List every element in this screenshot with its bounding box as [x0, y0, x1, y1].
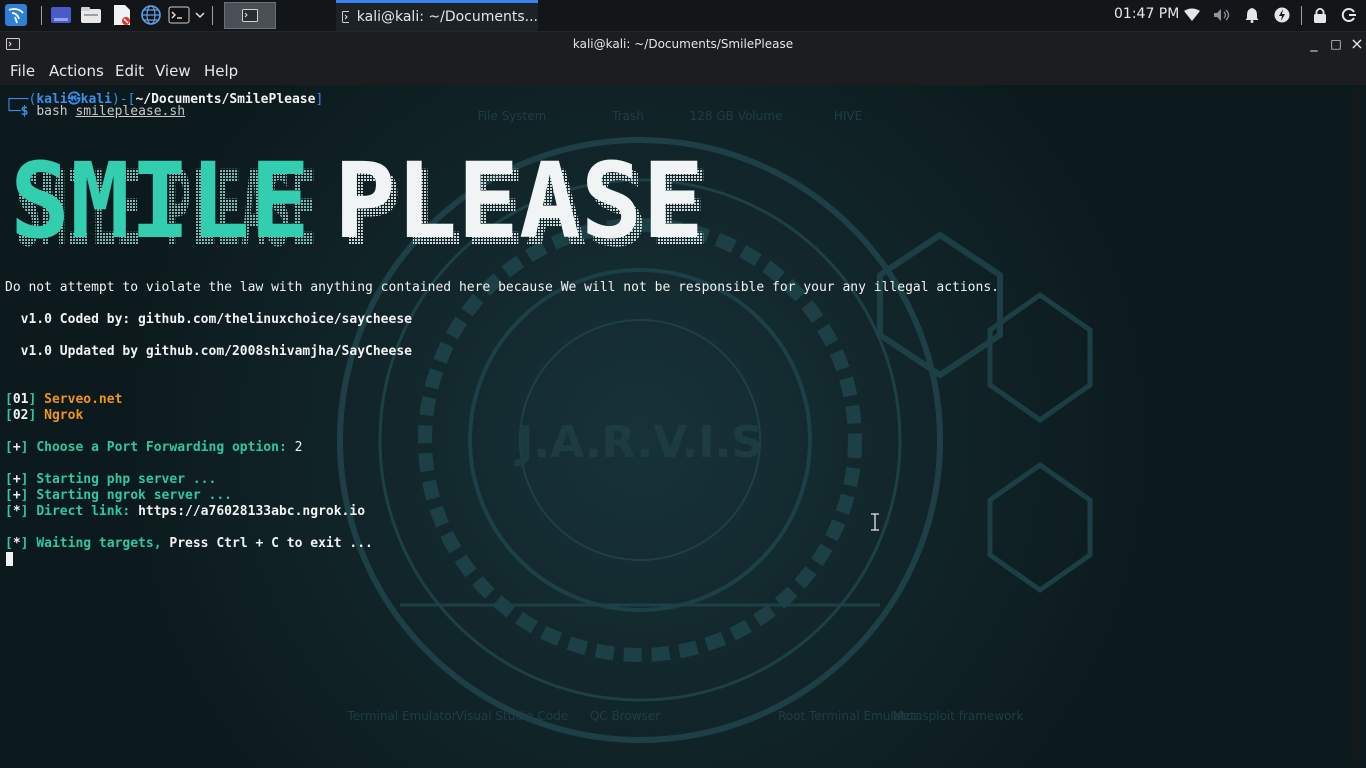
- direct-link-url[interactable]: https://a76028133abc.ngrok.io: [138, 504, 365, 519]
- text-cursor-icon: [871, 513, 879, 531]
- maximize-button[interactable]: □: [1328, 36, 1344, 52]
- power-manager-icon[interactable]: [1273, 6, 1291, 24]
- window-titlebar[interactable]: kali@kali: ~/Documents/SmilePlease _ □ ×: [0, 32, 1366, 57]
- direct-link-line: [*] Direct link: https://a76028133abc.ng…: [5, 504, 366, 519]
- choose-option-value: 2: [294, 440, 303, 455]
- wifi-icon[interactable]: [1183, 6, 1201, 24]
- web-browser-icon[interactable]: [139, 3, 163, 27]
- panel-separator: [41, 6, 42, 25]
- show-desktop-icon[interactable]: [49, 3, 73, 27]
- menu-file[interactable]: File: [10, 62, 35, 80]
- menu-edit[interactable]: Edit: [115, 62, 144, 80]
- banner-word-smile: SMILE: [10, 149, 310, 249]
- taskbar-terminal-button[interactable]: kali@kali: ~/Documents...: [336, 0, 538, 31]
- terminal-output[interactable]: J.A.R.V.I.S File System Trash 128 GB Vol…: [0, 85, 1366, 768]
- workspace-switcher[interactable]: [224, 2, 276, 29]
- command-argument: smileplease.sh: [75, 104, 186, 119]
- desktop-icon-label: File System: [478, 109, 547, 123]
- updated-by-text: v1.0 Updated by github.com/2008shivamjha…: [5, 344, 412, 359]
- terminal-scrollbar[interactable]: [1354, 87, 1360, 763]
- desktop-icon-label: Terminal Emulator: [346, 709, 456, 723]
- smile-please-banner: SMILE PLEASE SMILE PLEASE PLEASE: [10, 149, 710, 249]
- kali-menu-icon[interactable]: [2, 3, 30, 27]
- disclaimer-text: Do not attempt to violate the law with a…: [5, 280, 999, 295]
- menu-actions[interactable]: Actions: [49, 62, 104, 80]
- logout-icon[interactable]: [1340, 6, 1358, 24]
- window-title: kali@kali: ~/Documents/SmilePlease: [572, 37, 794, 51]
- option-ngrok: [02] Ngrok: [5, 408, 84, 423]
- starting-ngrok-line: [+] Starting ngrok server ...: [5, 488, 232, 503]
- file-manager-icon[interactable]: [79, 3, 103, 27]
- desktop-icon-label: QC Browser: [590, 709, 660, 723]
- volume-icon[interactable]: [1213, 6, 1231, 24]
- lock-screen-icon[interactable]: [1311, 6, 1329, 24]
- text-editor-icon[interactable]: [110, 3, 134, 27]
- clock[interactable]: 01:47 PM: [1114, 6, 1179, 22]
- desktop-icon-label: Trash: [611, 109, 644, 123]
- terminal-cursor: [6, 552, 13, 566]
- menu-view[interactable]: View: [155, 62, 191, 80]
- choose-option-line: [+] Choose a Port Forwarding option: 2: [5, 440, 303, 455]
- banner-word-please: PLEASE: [334, 149, 704, 249]
- terminal-icon: [242, 9, 258, 22]
- starting-php-line: [+] Starting php server ...: [5, 472, 217, 487]
- top-panel: kali@kali: ~/Documents... 01:47 PM: [0, 0, 1366, 32]
- desktop-icon-label: 128 GB Volume: [690, 109, 783, 123]
- desktop-icon-label: Metasploit framework: [893, 709, 1024, 723]
- minimize-button[interactable]: _: [1306, 36, 1322, 52]
- notification-bell-icon[interactable]: [1243, 6, 1261, 24]
- command-name: bash: [36, 104, 68, 119]
- panel-separator: [212, 6, 213, 25]
- option-serveo: [01] Serveo.net: [5, 392, 123, 407]
- close-button[interactable]: ×: [1349, 36, 1365, 52]
- wallpaper-title: J.A.R.V.I.S: [514, 417, 763, 468]
- terminal-icon[interactable]: [167, 3, 191, 27]
- waiting-targets-line: [*] Waiting targets, Press Ctrl + C to e…: [5, 536, 373, 551]
- chevron-down-icon[interactable]: [193, 3, 207, 27]
- command-line: └─$ bash smileplease.sh: [5, 104, 186, 119]
- coded-by-text: v1.0 Coded by: github.com/thelinuxchoice…: [5, 312, 412, 327]
- menu-help[interactable]: Help: [204, 62, 238, 80]
- desktop-icon-label: Visual Studio Code: [456, 709, 568, 723]
- panel-separator: [1301, 6, 1302, 25]
- menu-bar: File Actions Edit View Help: [0, 57, 1366, 85]
- desktop-icon-label: HIVE: [834, 109, 862, 123]
- taskbar-window-title: kali@kali: ~/Documents...: [356, 9, 538, 25]
- terminal-icon: [342, 11, 349, 23]
